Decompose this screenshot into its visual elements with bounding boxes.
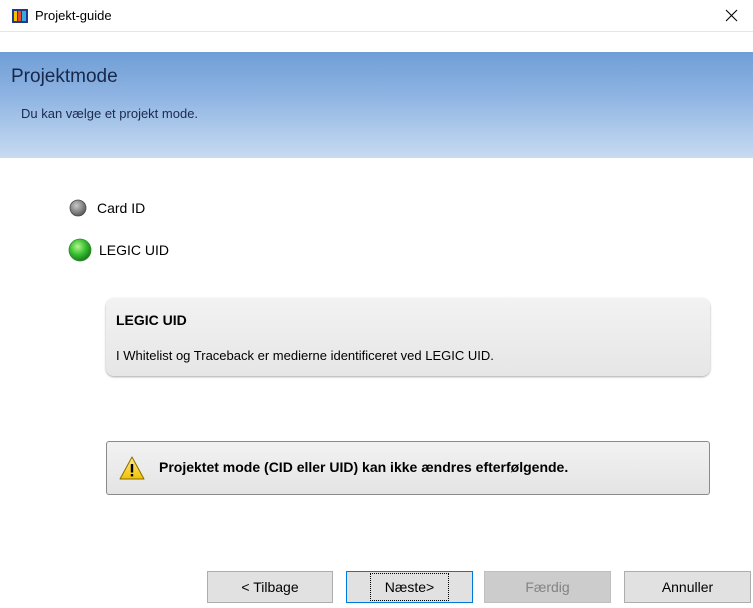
page-subtitle: Du kan vælge et projekt mode. — [21, 106, 199, 121]
cancel-button-label: Annuller — [661, 579, 714, 595]
option-label: LEGIC UID — [99, 242, 170, 258]
warning-icon — [119, 456, 145, 480]
next-button[interactable]: Næste> — [346, 571, 473, 603]
close-icon — [725, 9, 737, 22]
option-legic-uid[interactable]: LEGIC UID — [68, 238, 170, 262]
finish-button-label: Færdig — [525, 579, 570, 595]
warning-text: Projektet mode (CID eller UID) kan ikke … — [159, 459, 569, 475]
title-bar: Projekt-guide — [0, 0, 753, 32]
option-label: Card ID — [97, 200, 146, 216]
back-button[interactable]: < Tilbage — [207, 571, 333, 603]
next-button-label: Næste> — [369, 573, 450, 601]
info-title: LEGIC UID — [116, 312, 187, 328]
close-button[interactable] — [709, 0, 753, 31]
page-title: Projektmode — [11, 66, 118, 87]
option-card-id[interactable]: Card ID — [69, 199, 145, 217]
radio-off-icon — [69, 199, 87, 217]
header-band: Projektmode Du kan vælge et projekt mode… — [0, 52, 753, 158]
window-title: Projekt-guide — [35, 8, 112, 23]
app-icon — [12, 9, 28, 23]
cancel-button[interactable]: Annuller — [624, 571, 751, 603]
info-panel: LEGIC UID I Whitelist og Traceback er me… — [106, 298, 710, 376]
radio-on-icon — [68, 238, 92, 262]
info-text: I Whitelist og Traceback er medierne ide… — [116, 348, 494, 363]
warning-panel: Projektet mode (CID eller UID) kan ikke … — [106, 441, 710, 495]
back-button-label: < Tilbage — [241, 579, 299, 595]
finish-button[interactable]: Færdig — [484, 571, 611, 603]
